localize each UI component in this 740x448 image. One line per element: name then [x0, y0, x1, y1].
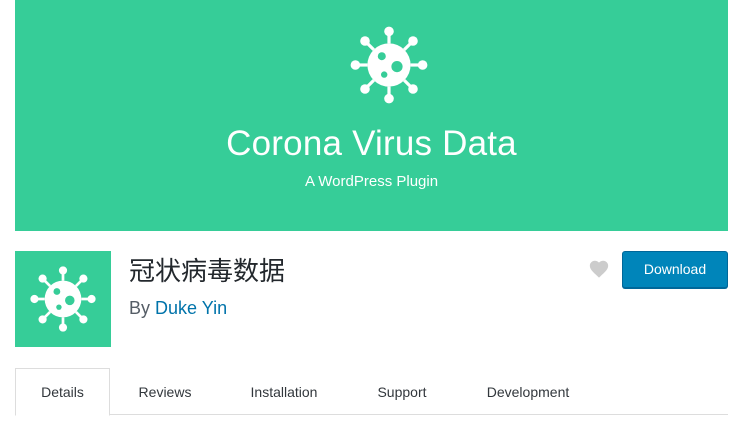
plugin-icon [15, 251, 111, 347]
heart-icon [589, 260, 609, 278]
tab-support[interactable]: Support [365, 368, 439, 415]
plugin-tabs: Details Reviews Installation Support Dev… [15, 368, 728, 416]
author-link[interactable]: Duke Yin [155, 298, 227, 318]
favorite-button[interactable] [588, 258, 610, 280]
virus-icon [30, 266, 96, 332]
author-prefix: By [129, 298, 151, 318]
plugin-title: 冠状病毒数据 [129, 257, 286, 287]
plugin-author: By Duke Yin [129, 296, 227, 320]
plugin-banner: Corona Virus Data A WordPress Plugin [15, 0, 728, 231]
tab-installation[interactable]: Installation [234, 368, 334, 415]
tab-reviews[interactable]: Reviews [125, 368, 205, 415]
download-button[interactable]: Download [622, 251, 728, 288]
banner-subtitle: A WordPress Plugin [304, 173, 439, 190]
virus-icon [350, 26, 428, 104]
banner-title: Corona Virus Data [226, 124, 517, 163]
tab-development[interactable]: Development [473, 368, 583, 415]
tab-details[interactable]: Details [15, 368, 110, 416]
